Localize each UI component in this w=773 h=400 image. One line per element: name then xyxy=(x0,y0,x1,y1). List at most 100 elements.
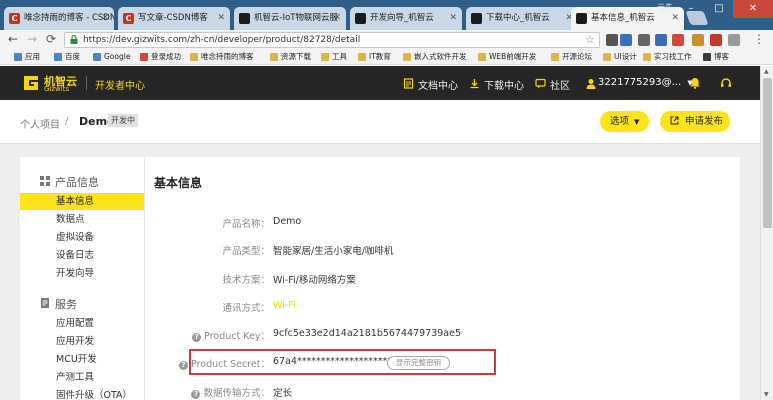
browser-tab[interactable]: C 写文章-CSDN博客 ✕ xyxy=(118,7,230,30)
header-divider xyxy=(86,76,87,90)
bookmark-item[interactable]: 开源论坛 xyxy=(551,50,592,64)
chevron-down-icon: ▼ xyxy=(634,118,640,126)
sidebar-item-basic-info[interactable]: 基本信息 xyxy=(20,193,144,210)
nav-docs[interactable]: 文档中心 xyxy=(403,77,458,92)
help-icon[interactable]: ? xyxy=(191,390,201,399)
browser-toolbar: ← → ⟳ https://dev.gizwits.com/zh-cn/deve… xyxy=(0,30,773,50)
field-label: 产品类型： xyxy=(222,246,270,257)
browser-tab[interactable]: 机智云-IoT物联网云服 ✕ xyxy=(234,7,346,30)
maximize-icon[interactable]: □ xyxy=(705,0,733,18)
nav-community-label: 社区 xyxy=(550,81,570,92)
breadcrumb: 个人项目 / Demo 开发中 选项 ▼ 申请发布 xyxy=(0,100,760,144)
headset-icon[interactable] xyxy=(720,77,732,89)
field-label: 技术方案： xyxy=(222,275,270,286)
close-tab-icon[interactable]: ✕ xyxy=(217,7,225,30)
address-bar[interactable]: https://dev.gizwits.com/zh-cn/developer/… xyxy=(64,32,600,48)
apply-publish-button[interactable]: 申请发布 xyxy=(660,111,730,132)
extension-key-icon[interactable] xyxy=(606,34,618,46)
forward-icon[interactable]: → xyxy=(25,32,39,47)
sidebar-item-ota[interactable]: 固件升级（OTA） xyxy=(20,387,144,400)
sidebar-item-device-log[interactable]: 设备日志 xyxy=(20,247,144,264)
bookmark-item[interactable]: IT教育 xyxy=(358,50,391,64)
bookmark-item[interactable]: 资源下载 xyxy=(270,50,311,64)
extension-abp-icon[interactable] xyxy=(710,34,722,46)
sidebar-section-services: 服务 xyxy=(40,296,77,312)
product-key-value: 9cfc5e33e2d14a2181b5674479739ae5 xyxy=(273,328,462,339)
gizwits-favicon-icon xyxy=(239,13,250,24)
comm-method-value: Wi-Fi xyxy=(273,300,296,311)
external-link-icon xyxy=(670,116,679,125)
close-tab-icon[interactable]: ✕ xyxy=(101,7,109,30)
tech-solution-value: Wi-Fi/移动网络方案 xyxy=(273,275,356,286)
bookmark-item[interactable]: 嵌入式软件开发 xyxy=(403,50,467,64)
sidebar-item-app-config[interactable]: 应用配置 xyxy=(20,315,144,332)
extension-icon[interactable] xyxy=(620,34,632,46)
breadcrumb-separator: / xyxy=(65,116,69,127)
window-controls: – □ ✕ xyxy=(677,0,773,18)
options-label: 选项 xyxy=(610,116,630,127)
scrollbar-thumb[interactable] xyxy=(763,78,772,228)
user-menu[interactable]: 3221775293@... ▼ xyxy=(586,77,693,89)
nav-download-label: 下载中心 xyxy=(484,81,524,92)
user-icon xyxy=(586,79,596,89)
back-icon[interactable]: ← xyxy=(6,32,20,47)
user-name: 3221775293@... xyxy=(598,77,682,88)
sidebar-item-datapoints[interactable]: 数据点 xyxy=(20,211,144,228)
extension-new-icon[interactable] xyxy=(655,34,667,46)
browser-tab-strip: C 唯念持雨的博客 - CSDN ✕ C 写文章-CSDN博客 ✕ 机智云-Io… xyxy=(0,0,773,30)
browser-tab-title: 开发向导_机智云 xyxy=(370,13,434,23)
extension-pencil-icon[interactable] xyxy=(692,34,704,46)
bookmark-item[interactable]: 实习找工作 xyxy=(643,50,692,64)
nav-community[interactable]: 社区 xyxy=(535,77,570,92)
menu-icon[interactable]: ⋮ xyxy=(752,32,766,47)
developer-center-link[interactable]: 开发者中心 xyxy=(95,77,145,92)
reload-icon[interactable]: ⟳ xyxy=(44,32,58,47)
close-tab-icon[interactable]: ✕ xyxy=(449,7,457,30)
nav-download[interactable]: 下载中心 xyxy=(469,77,524,92)
sidebar-item-test-tool[interactable]: 产测工具 xyxy=(20,369,144,386)
help-icon[interactable]: ? xyxy=(179,361,189,370)
browser-tab[interactable]: C 唯念持雨的博客 - CSDN ✕ xyxy=(4,7,114,30)
bell-icon[interactable] xyxy=(689,77,701,89)
browser-tab-title: 机智云-IoT物联网云服 xyxy=(254,13,338,23)
bookmark-item[interactable]: WEB前端开发 xyxy=(478,50,536,64)
csdn-favicon-icon: C xyxy=(123,13,134,24)
help-icon[interactable]: ? xyxy=(192,333,202,342)
close-window-icon[interactable]: ✕ xyxy=(733,0,773,18)
extension-icon[interactable] xyxy=(672,34,684,46)
options-button[interactable]: 选项 ▼ xyxy=(600,111,650,132)
bookmark-item[interactable]: 博客 xyxy=(703,50,729,64)
gizwits-favicon-icon xyxy=(355,13,366,24)
bookmark-item[interactable]: 工具 xyxy=(321,50,347,64)
publish-label: 申请发布 xyxy=(685,116,724,127)
browser-tab-title: 基本信息_机智云 xyxy=(591,13,655,23)
bookmark-item[interactable]: 百度 xyxy=(54,50,80,64)
sidebar-item-mcu-dev[interactable]: MCU开发 xyxy=(20,351,144,368)
bookmark-item[interactable]: Google xyxy=(93,50,130,64)
page-scrollbar[interactable]: ▲ ▼ xyxy=(760,66,773,400)
browser-tab[interactable]: 下载中心_机智云 ✕ xyxy=(466,7,578,30)
url-text: https://dev.gizwits.com/zh-cn/developer/… xyxy=(83,35,361,45)
bookmark-item[interactable]: 登录成功 xyxy=(140,50,181,64)
bookmark-star-icon[interactable]: ☆ xyxy=(585,33,595,46)
sidebar-item-dev-guide[interactable]: 开发向导 xyxy=(20,265,144,282)
sidebar-item-virtual-device[interactable]: 虚拟设备 xyxy=(20,229,144,246)
gizwits-logo-icon[interactable] xyxy=(21,73,41,93)
scroll-up-icon[interactable]: ▲ xyxy=(764,68,769,75)
sidebar-item-app-dev[interactable]: 应用开发 xyxy=(20,333,144,350)
field-label: ? Product Key： xyxy=(140,328,270,342)
bookmark-item[interactable]: 应用 xyxy=(14,50,40,64)
scroll-down-icon[interactable]: ▼ xyxy=(764,391,769,398)
gizwits-favicon-icon xyxy=(576,13,587,24)
logo-subtext: Gizwits xyxy=(44,85,70,93)
close-tab-icon[interactable]: ✕ xyxy=(333,7,341,30)
lock-icon xyxy=(70,35,78,44)
browser-tab[interactable]: 开发向导_机智云 ✕ xyxy=(350,7,462,30)
minimize-icon[interactable]: – xyxy=(677,0,705,18)
red-highlight-box xyxy=(189,349,496,375)
bookmark-item[interactable]: UI设计 xyxy=(603,50,637,64)
bookmark-item[interactable]: 唯念持雨的博客 xyxy=(190,50,254,64)
breadcrumb-parent[interactable]: 个人项目 xyxy=(20,116,60,131)
extension-icon[interactable] xyxy=(728,34,740,46)
extension-icon[interactable] xyxy=(638,34,650,46)
